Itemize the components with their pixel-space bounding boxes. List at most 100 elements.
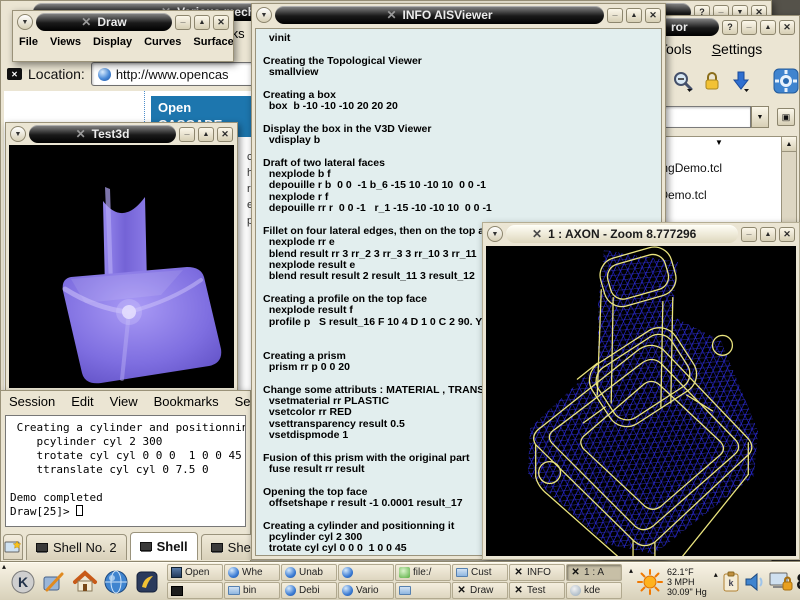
task-button[interactable]: file:/ (395, 564, 451, 581)
close-button[interactable] (779, 227, 795, 242)
window-title: INFO AISViewer (403, 8, 493, 22)
zoom-out-icon[interactable] (672, 70, 694, 92)
close-button[interactable] (213, 15, 229, 30)
titlebar[interactable]: ✕ Draw (13, 11, 233, 33)
titlebar[interactable]: ✕ 1 : AXON - Zoom 8.777296 (483, 223, 799, 245)
minimize-button[interactable] (179, 127, 195, 142)
x-app-icon: ✕ (81, 15, 91, 29)
task-button[interactable] (395, 582, 451, 599)
detach-view-button[interactable]: ▣ (777, 108, 795, 126)
scroll-up-button[interactable]: ▲ (782, 137, 796, 152)
menu-item[interactable]: File (13, 33, 44, 51)
lock-screen-icon[interactable] (769, 571, 793, 593)
konqueror-globe-icon (103, 569, 129, 595)
globe-icon (98, 68, 111, 81)
svg-text:K: K (18, 574, 28, 590)
minimize-button[interactable] (607, 8, 623, 23)
new-session-button[interactable] (3, 534, 23, 560)
volume-icon[interactable] (744, 571, 766, 593)
klipper-icon[interactable]: k (721, 571, 741, 593)
lock-icon[interactable] (701, 70, 723, 92)
applet-handle-icon[interactable]: ▴ (629, 567, 633, 575)
konqueror-launcher[interactable] (102, 568, 130, 596)
maximize-button[interactable] (198, 127, 214, 142)
home-launcher[interactable] (71, 568, 99, 596)
terminal-icon (140, 542, 152, 551)
help-button[interactable] (722, 20, 738, 35)
task-button[interactable]: Test (509, 582, 565, 599)
home-icon (72, 569, 98, 595)
maximize-button[interactable] (194, 15, 210, 30)
task-button[interactable]: 1 : A (566, 564, 622, 581)
menu-item[interactable]: View (102, 391, 146, 412)
menu-item[interactable]: Curves (138, 33, 187, 51)
3d-viewport-wireframe[interactable] (486, 246, 796, 556)
window-title-pill[interactable]: ✕ INFO AISViewer (275, 6, 604, 24)
window-title-pill[interactable]: ✕ 1 : AXON - Zoom 8.777296 (506, 225, 738, 243)
close-button[interactable] (779, 20, 795, 35)
konqueror-gear-icon[interactable] (773, 68, 799, 94)
terminal-line: Creating a cylinder and positionning i (10, 421, 243, 435)
window-title-pill[interactable]: ✕ Test3d (29, 125, 176, 143)
menu-item[interactable]: Edit (63, 391, 101, 412)
terminal-line: ttranslate cyl cyl 0 7.5 0 (10, 463, 243, 477)
menu-item[interactable]: Views (44, 33, 87, 51)
task-button[interactable] (338, 564, 394, 581)
menu-item[interactable]: Bookmarks (146, 391, 227, 412)
maximize-button[interactable] (626, 8, 642, 23)
globe-icon (285, 585, 296, 596)
terminal-output[interactable]: Creating a cylinder and positionning i p… (5, 415, 246, 527)
weather-temp: 62.1°F (667, 567, 707, 577)
minimize-button[interactable] (741, 20, 757, 35)
maximize-button[interactable] (760, 20, 776, 35)
window-menu-button[interactable] (256, 7, 272, 23)
menu-item[interactable]: Display (87, 33, 138, 51)
task-button[interactable]: Cust (452, 564, 508, 581)
minimize-button[interactable] (175, 15, 191, 30)
menu-item[interactable]: Settings (702, 38, 773, 60)
konsole-tab[interactable]: Shell (130, 532, 198, 560)
panel-handle-icon[interactable]: ▴ (2, 563, 6, 571)
titlebar[interactable]: ✕ Test3d (6, 123, 237, 145)
files-launcher[interactable] (133, 568, 161, 596)
window-menu-button[interactable] (487, 226, 503, 242)
task-button[interactable]: bin (224, 582, 280, 599)
task-button[interactable]: Debi (281, 582, 337, 599)
3d-viewport-shaded[interactable] (9, 145, 234, 388)
applet-handle-icon[interactable]: ▴ (714, 571, 718, 579)
task-button[interactable]: Unab (281, 564, 337, 581)
close-button[interactable] (217, 127, 233, 142)
maximize-button[interactable] (760, 227, 776, 242)
globe-icon (228, 567, 239, 578)
task-button[interactable]: kde (566, 582, 622, 599)
info-line: smallview (263, 67, 661, 78)
clock[interactable]: 8:25 (796, 570, 800, 594)
terminal-line: trotate cyl cyl 0 0 0 1 0 0 45 (10, 449, 243, 463)
combobox-dropdown-button[interactable] (751, 106, 769, 128)
window-menu-button[interactable] (17, 14, 33, 30)
system-tray: ▴ k (714, 571, 793, 593)
task-button[interactable]: Whe (224, 564, 280, 581)
terminal-icon (211, 543, 223, 552)
task-button[interactable]: Vario (338, 582, 394, 599)
download-arrow-icon[interactable] (730, 70, 752, 92)
kmenu-button[interactable]: K (9, 568, 37, 596)
titlebar[interactable]: ✕ INFO AISViewer (252, 4, 665, 26)
task-button[interactable]: Open (167, 564, 223, 581)
menubar: SessionEditViewBookmarksSet (1, 391, 250, 412)
menu-item[interactable]: Set (227, 391, 250, 412)
task-button[interactable] (167, 582, 223, 599)
weather-applet[interactable]: ▴ 62.1°F 3 MPH 30.09" Hg (629, 567, 707, 597)
window-icon (171, 567, 182, 578)
menu-item[interactable]: Surfaces (187, 33, 233, 51)
task-button[interactable]: Draw (452, 582, 508, 599)
konsole-tab[interactable]: Shell No. 2 (26, 534, 127, 560)
minimize-button[interactable] (741, 227, 757, 242)
settings-launcher[interactable] (40, 568, 68, 596)
close-button[interactable] (645, 8, 661, 23)
window-title-pill[interactable]: ✕ Draw (36, 13, 172, 31)
menu-item[interactable]: Session (1, 391, 63, 412)
window-menu-button[interactable] (10, 126, 26, 142)
clear-location-icon[interactable] (7, 68, 22, 80)
task-button[interactable]: INFO (509, 564, 565, 581)
